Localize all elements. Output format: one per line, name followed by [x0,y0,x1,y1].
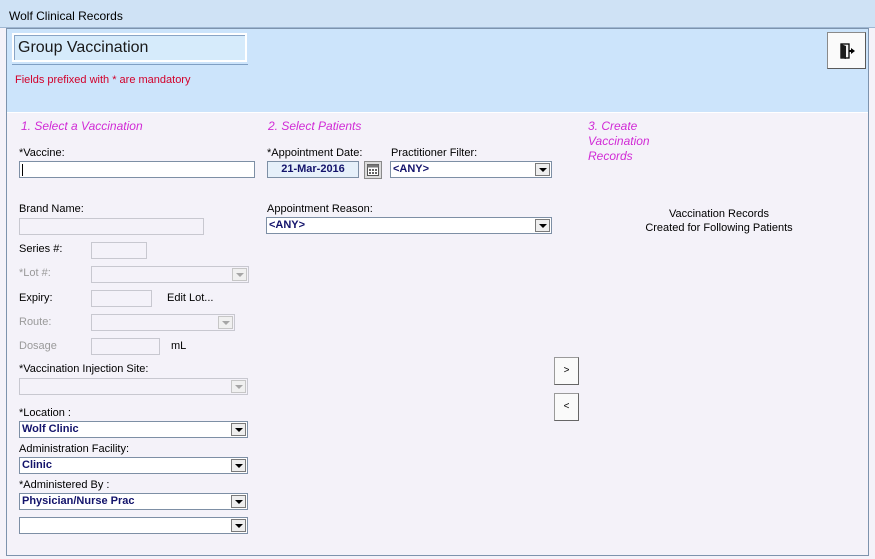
section3-heading-line1: 3. Create [588,119,638,133]
lot-label: *Lot #: [19,267,51,279]
remove-patient-button[interactable]: < [554,393,579,421]
injection-site-label: *Vaccination Injection Site: [19,363,149,375]
administered-by-name-select[interactable] [19,517,248,534]
appointment-reason-select[interactable]: <ANY> [266,217,552,234]
facility-value: Clinic [22,459,52,471]
chevron-down-icon[interactable] [535,163,550,176]
appointment-reason-label: Appointment Reason: [267,203,373,215]
add-patient-button[interactable]: > [554,357,579,385]
text-caret [22,164,23,176]
vaccine-label: *Vaccine: [19,147,65,159]
chevron-down-icon[interactable] [231,519,246,532]
practitioner-filter-value: <ANY> [393,163,430,175]
route-label: Route: [19,316,52,328]
lot-select [91,266,249,283]
main-frame: Group Vaccination Fields prefixed with *… [6,28,869,556]
mandatory-note: Fields prefixed with * are mandatory [15,74,191,86]
dosage-field [91,338,160,355]
practitioner-filter-label: Practitioner Filter: [391,147,478,159]
injection-site-select [19,378,248,395]
appointment-date-field[interactable]: 21-Mar-2016 [267,161,359,178]
dosage-label: Dosage [19,340,57,352]
dosage-unit: mL [171,340,187,352]
page-title: Group Vaccination [18,39,149,56]
chevron-down-icon[interactable] [535,219,550,232]
administered-by-label: *Administered By : [19,479,110,491]
exit-door-icon [839,42,855,59]
chevron-down-icon [232,268,247,281]
brand-name-label: Brand Name: [19,203,84,215]
section3-heading: 3. Create Vaccination Records [588,119,650,164]
facility-select[interactable]: Clinic [19,457,248,474]
administered-by-value: Physician/Nurse Prac [22,495,135,507]
section2-heading: 2. Select Patients [268,119,362,133]
chevron-down-icon[interactable] [231,459,246,472]
location-select[interactable]: Wolf Clinic [19,421,248,438]
title-underline [12,64,248,65]
section3-heading-line3: Records [588,149,633,163]
calendar-button[interactable] [364,161,382,179]
expiry-field [91,290,152,307]
facility-label: Administration Facility: [19,443,130,455]
chevron-down-icon[interactable] [231,495,246,508]
location-value: Wolf Clinic [22,423,79,435]
brand-name-field [19,218,204,235]
chevron-down-icon [218,316,233,329]
appointment-date-label: *Appointment Date: [267,147,363,159]
exit-button[interactable] [827,32,866,69]
calendar-icon [367,164,379,176]
chevron-down-icon[interactable] [231,423,246,436]
section3-heading-line2: Vaccination [588,134,650,148]
edit-lot-link[interactable]: Edit Lot... [167,292,213,304]
vaccine-input[interactable] [19,161,255,178]
created-records-caption: Vaccination Records Created for Followin… [599,207,839,235]
practitioner-filter-select[interactable]: <ANY> [390,161,552,178]
expiry-label: Expiry: [19,292,53,304]
route-select [91,314,235,331]
administered-by-select[interactable]: Physician/Nurse Prac [19,493,248,510]
location-label: *Location : [19,407,71,419]
series-label: Series #: [19,243,63,255]
header-panel: Group Vaccination Fields prefixed with *… [7,29,868,113]
appointment-reason-value: <ANY> [269,219,306,231]
series-field [91,242,147,259]
section1-heading: 1. Select a Vaccination [21,119,143,133]
window-titlebar: Wolf Clinical Records [0,0,875,28]
window-title: Wolf Clinical Records [9,9,123,23]
chevron-down-icon [231,380,246,393]
page-title-box: Group Vaccination [12,33,247,62]
created-records-line1: Vaccination Records [668,208,770,220]
created-records-line2: Created for Following Patients [645,222,793,234]
